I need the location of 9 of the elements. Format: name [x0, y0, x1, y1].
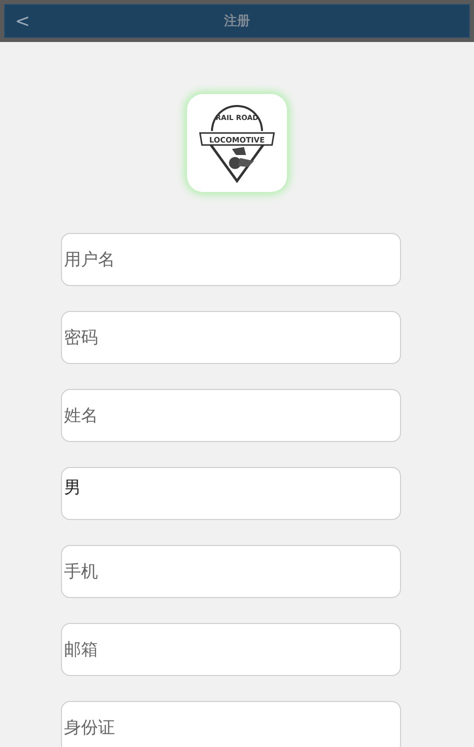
text-field[interactable]: 用户名: [61, 233, 401, 286]
text-field[interactable]: 手机: [61, 545, 401, 598]
text-field[interactable]: 姓名: [61, 389, 401, 442]
text-field[interactable]: 密码: [61, 311, 401, 364]
page-title: 注册: [224, 12, 250, 30]
back-button[interactable]: <: [5, 10, 40, 32]
text-field[interactable]: 邮箱: [61, 623, 401, 676]
text-field[interactable]: 身份证: [61, 701, 401, 747]
gender-select[interactable]: 男: [61, 467, 401, 520]
